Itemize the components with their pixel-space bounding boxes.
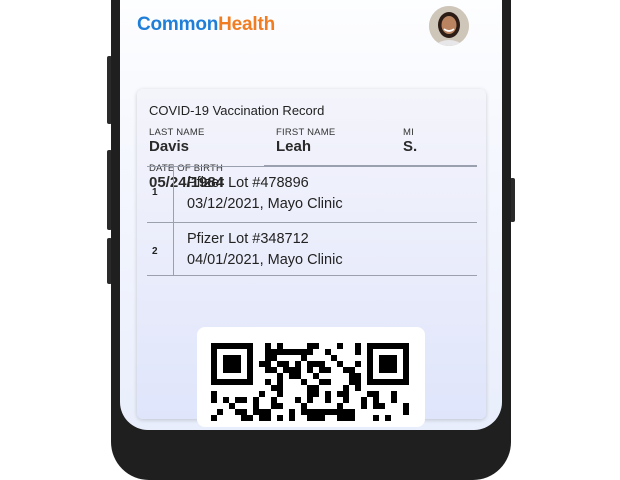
table-column-divider — [173, 165, 174, 275]
brand-health: Health — [218, 14, 276, 35]
phone-screen: CommonHealth COVID-19 Vaccination Record… — [120, 0, 502, 430]
app-logo: CommonHealth — [137, 14, 275, 36]
table-top-rule — [264, 165, 477, 166]
dose-vaccine: Pfizer Lot #478896 — [187, 175, 309, 191]
avatar-icon — [429, 6, 469, 46]
dose-details: 03/12/2021, Mayo Clinic — [187, 196, 343, 212]
dose-details: 04/01/2021, Mayo Clinic — [187, 252, 343, 268]
qr-code-panel[interactable] — [197, 327, 425, 427]
brand-common: Common — [137, 14, 219, 35]
dose-table: 1 Pfizer Lot #478896 03/12/2021, Mayo Cl… — [137, 89, 486, 289]
user-avatar[interactable] — [429, 6, 469, 46]
qr-code-icon — [211, 343, 409, 421]
dose-number: 2 — [152, 246, 158, 257]
dose-vaccine: Pfizer Lot #348712 — [187, 231, 309, 247]
table-bottom-rule — [147, 275, 477, 276]
dose-number: 1 — [152, 187, 158, 198]
table-row-divider — [147, 222, 477, 223]
